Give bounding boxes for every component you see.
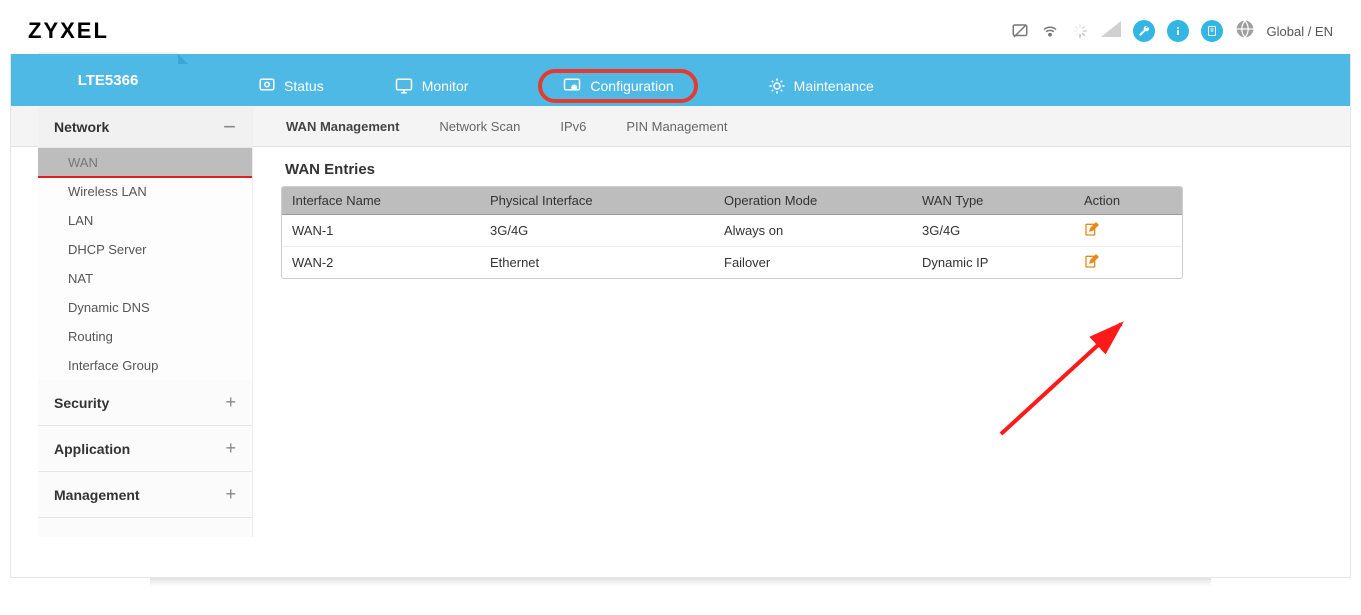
sidebar-section-application[interactable]: Application +	[38, 426, 252, 472]
tab-status[interactable]: Status	[258, 77, 324, 95]
sidebar-item-routing[interactable]: Routing	[38, 322, 252, 351]
wrench-button[interactable]	[1133, 20, 1155, 42]
th-physical-interface: Physical Interface	[480, 187, 714, 215]
maintenance-icon	[768, 77, 786, 95]
collapse-icon: −	[223, 122, 236, 132]
tab-configuration-label: Configuration	[590, 78, 673, 94]
wan-entries-table: Interface Name Physical Interface Operat…	[282, 187, 1182, 278]
sidebar-section-management[interactable]: Management +	[38, 472, 252, 518]
sidebar-section-network-label: Network	[54, 119, 109, 135]
sidebar-item-wan[interactable]: WAN	[38, 148, 252, 177]
cell-type: 3G/4G	[912, 215, 1074, 247]
tab-maintenance-label: Maintenance	[794, 78, 874, 94]
wifi-icon	[1041, 22, 1059, 40]
monitor-icon	[394, 77, 414, 95]
cell-mode: Always on	[714, 215, 912, 247]
sidebar-section-security[interactable]: Security +	[38, 380, 252, 426]
cell-phys: Ethernet	[480, 247, 714, 279]
sidebar-item-lan[interactable]: LAN	[38, 206, 252, 235]
edit-button[interactable]	[1084, 221, 1100, 237]
th-operation-mode: Operation Mode	[714, 187, 912, 215]
sidebar-section-network[interactable]: Network −	[38, 107, 252, 148]
th-action: Action	[1074, 187, 1182, 215]
cell-iface: WAN-2	[282, 247, 480, 279]
subtab-pin-management[interactable]: PIN Management	[626, 119, 727, 134]
subtab-ipv6[interactable]: IPv6	[560, 119, 586, 134]
tab-configuration[interactable]: Configuration	[538, 69, 697, 103]
signal-icon	[1101, 21, 1121, 42]
sidebar-section-security-label: Security	[54, 395, 109, 411]
tab-monitor[interactable]: Monitor	[394, 77, 469, 95]
cell-phys: 3G/4G	[480, 215, 714, 247]
device-tab[interactable]: LTE5366	[38, 54, 178, 106]
cell-iface: WAN-1	[282, 215, 480, 247]
tab-maintenance[interactable]: Maintenance	[768, 77, 874, 95]
configuration-icon	[562, 77, 582, 95]
sidebar-item-wireless-lan[interactable]: Wireless LAN	[38, 177, 252, 206]
internet-status-icon	[1011, 22, 1029, 40]
subtab-wan-management[interactable]: WAN Management	[286, 119, 399, 134]
edit-button[interactable]	[1084, 253, 1100, 269]
panel-title: WAN Entries	[285, 161, 1326, 178]
info-button[interactable]	[1167, 20, 1189, 42]
table-row: WAN-1 3G/4G Always on 3G/4G	[282, 215, 1182, 247]
expand-icon: +	[225, 438, 236, 459]
expand-icon: +	[225, 484, 236, 505]
globe-icon[interactable]	[1235, 19, 1255, 44]
th-interface-name: Interface Name	[282, 187, 480, 215]
sidebar-section-management-label: Management	[54, 487, 140, 503]
th-wan-type: WAN Type	[912, 187, 1074, 215]
note-button[interactable]	[1201, 20, 1223, 42]
subtab-network-scan[interactable]: Network Scan	[439, 119, 520, 134]
tab-monitor-label: Monitor	[422, 78, 469, 94]
sidebar-item-dhcp-server[interactable]: DHCP Server	[38, 235, 252, 264]
tab-status-label: Status	[284, 78, 324, 94]
sidebar-item-interface-group[interactable]: Interface Group	[38, 351, 252, 380]
sidebar: Network − WAN Wireless LAN LAN DHCP Serv…	[38, 107, 253, 537]
loading-icon	[1071, 22, 1089, 40]
cell-mode: Failover	[714, 247, 912, 279]
status-icon	[258, 77, 276, 95]
sidebar-item-dynamic-dns[interactable]: Dynamic DNS	[38, 293, 252, 322]
sidebar-item-nat[interactable]: NAT	[38, 264, 252, 293]
sidebar-section-application-label: Application	[54, 441, 130, 457]
cell-type: Dynamic IP	[912, 247, 1074, 279]
table-row: WAN-2 Ethernet Failover Dynamic IP	[282, 247, 1182, 279]
language-selector[interactable]: Global / EN	[1267, 24, 1333, 39]
expand-icon: +	[225, 392, 236, 413]
brand-logo: ZYXEL	[28, 18, 109, 44]
